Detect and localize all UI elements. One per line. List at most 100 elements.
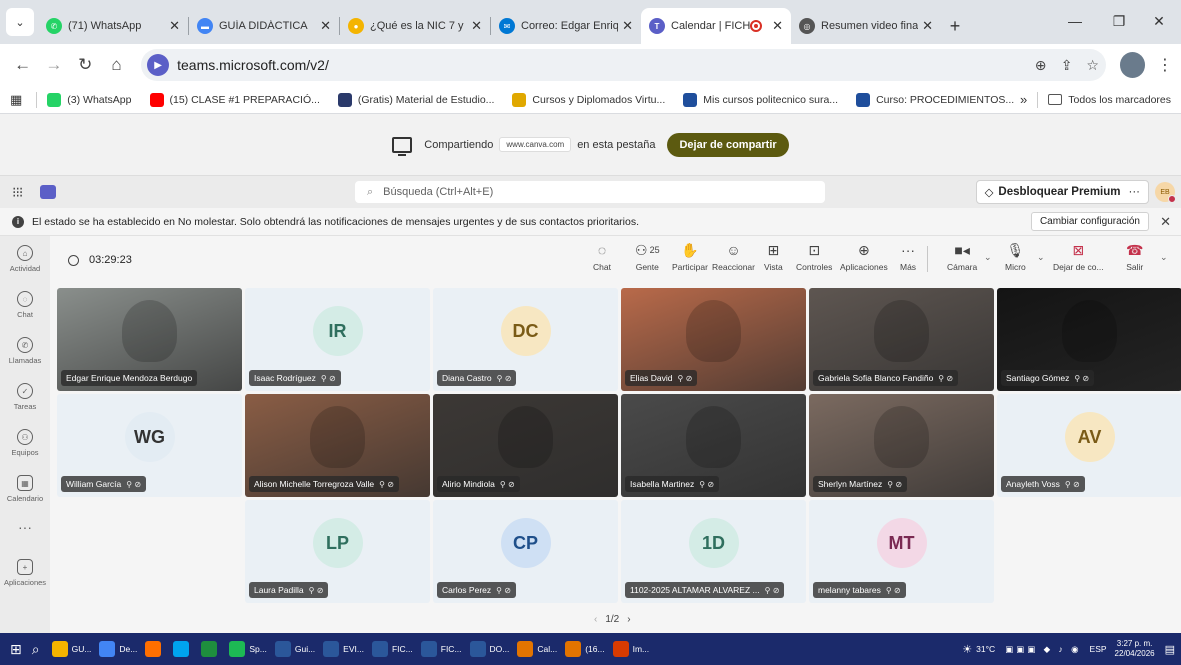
search-taskbar-icon[interactable]: ⌕ <box>32 641 40 658</box>
browser-tab[interactable]: ● ¿Qué es la NIC 7 y cuál ✕ <box>340 8 490 44</box>
browser-menu-icon[interactable]: ⋮ <box>1157 55 1173 75</box>
leave-button[interactable]: ☎ Salir <box>1126 240 1143 273</box>
close-tab-icon[interactable]: ✕ <box>320 18 331 34</box>
taskbar-app[interactable]: Gui... <box>274 641 315 657</box>
stop-sharing-button[interactable]: Dejar de compartir <box>667 132 789 157</box>
install-app-icon[interactable]: ⇪ <box>1054 52 1080 78</box>
site-info-icon[interactable]: ▶ <box>147 54 170 76</box>
close-tab-icon[interactable]: ✕ <box>922 18 933 34</box>
participant-tile[interactable]: AV Anayleth Voss ⚲ ⊘ <box>997 394 1181 497</box>
notifications-icon[interactable]: ▤ <box>1165 643 1175 656</box>
browser-tab[interactable]: ▬ GUÍA DIDÁCTICA ✕ <box>189 8 339 44</box>
participant-tile[interactable]: Sherlyn Martínez ⚲ ⊘ <box>809 394 994 497</box>
taskbar-app[interactable]: De... <box>99 641 137 657</box>
taskbar-app[interactable]: Sp... <box>229 641 267 657</box>
profile-avatar[interactable] <box>1119 52 1145 78</box>
browser-tab[interactable]: T Calendar | FICHA ✕ <box>641 8 791 44</box>
rail-item-activity[interactable]: ⌂ Actividad <box>0 236 50 282</box>
rail-item-calendar[interactable]: ▦ Calendario <box>0 466 50 512</box>
more-button[interactable]: ··· Más <box>900 240 916 272</box>
new-tab-button[interactable]: + <box>941 12 969 40</box>
clock[interactable]: 3:27 p. m. 22/04/2026 <box>1115 639 1155 659</box>
participant-tile[interactable]: Elias David ⚲ ⊘ <box>621 288 806 391</box>
app-launcher-icon[interactable]: ⁝⁝⁝ <box>12 184 23 201</box>
apps-button[interactable]: ⊕ Aplicaciones <box>840 240 888 273</box>
taskbar-app[interactable]: EVI... <box>323 641 364 657</box>
taskbar-app[interactable] <box>173 641 193 657</box>
participant-tile[interactable]: WG William García ⚲ ⊘ <box>57 394 242 497</box>
bookmark-item[interactable]: (3) WhatsApp <box>47 92 132 107</box>
all-bookmarks-link[interactable]: Todos los marcadores <box>1068 94 1171 106</box>
taskbar-app[interactable]: DO... <box>469 641 509 657</box>
browser-tab[interactable]: ✉ Correo: Edgar Enrique✕ <box>491 8 641 44</box>
next-page-icon[interactable]: › <box>627 614 630 625</box>
people-button[interactable]: ⚇ 25 Gente <box>635 240 660 273</box>
close-tab-icon[interactable]: ✕ <box>471 18 482 34</box>
minimize-button[interactable]: — <box>1053 6 1097 36</box>
home-button[interactable]: ⌂ <box>102 50 131 80</box>
change-settings-button[interactable]: Cambiar configuración <box>1030 212 1149 231</box>
rail-item-tasks[interactable]: ✓ Tareas <box>0 374 50 420</box>
rail-item-chat[interactable]: ◌ Chat <box>0 282 50 328</box>
search-input[interactable]: ⌕ Búsqueda (Ctrl+Alt+E) <box>355 181 825 203</box>
taskbar-app[interactable]: (16... <box>565 641 605 657</box>
language-indicator[interactable]: ESP <box>1090 644 1107 654</box>
participant-tile[interactable]: Isabella Martinez ⚲ ⊘ <box>621 394 806 497</box>
participant-tile[interactable]: Alirio Mindiola ⚲ ⊘ <box>433 394 618 497</box>
camera-options-chevron-icon[interactable]: ⌄ <box>984 252 992 263</box>
close-notice-icon[interactable]: ✕ <box>1160 214 1171 230</box>
user-avatar[interactable]: EB <box>1155 182 1176 203</box>
tray-icons[interactable]: ▣▣▣ ◆ ♪ ◉ <box>1005 644 1081 655</box>
leave-options-chevron-icon[interactable]: ⌄ <box>1160 252 1168 263</box>
react-button[interactable]: ☺ Reaccionar <box>712 240 755 272</box>
bookmark-item[interactable]: Cursos y Diplomados Virtu... <box>512 92 665 107</box>
browser-tab[interactable]: ✆ (71) WhatsApp ✕ <box>38 8 188 44</box>
maximize-button[interactable]: ❐ <box>1097 6 1141 36</box>
bookmark-item[interactable]: (Gratis) Material de Estudio... <box>337 92 494 107</box>
taskbar-app[interactable]: Cal... <box>517 641 557 657</box>
taskbar-app[interactable] <box>145 641 165 657</box>
participant-tile[interactable]: Santiago Gómez ⚲ ⊘ <box>997 288 1181 391</box>
controls-button[interactable]: ⊡ Controles <box>796 240 832 273</box>
apps-grid-icon[interactable]: ▦ <box>10 92 22 108</box>
camera-button[interactable]: ■◂ Cámara <box>947 240 977 273</box>
reload-button[interactable]: ↻ <box>71 50 100 80</box>
browser-tab[interactable]: ◎ Resumen video finanz✕ <box>791 8 941 44</box>
bookmark-item[interactable]: Mis cursos politecnico sura... <box>683 92 838 107</box>
back-button[interactable]: ← <box>8 50 37 80</box>
stop-sharing-toolbar-button[interactable]: ⊠ Dejar de co... <box>1053 240 1104 273</box>
zoom-icon[interactable]: ⊕ <box>1028 52 1054 78</box>
participant-tile[interactable]: CP Carlos Perez ⚲ ⊘ <box>433 500 618 603</box>
close-window-button[interactable]: ✕ <box>1137 6 1181 36</box>
close-tab-icon[interactable]: ✕ <box>169 18 180 34</box>
bookmarks-overflow-button[interactable]: » <box>1020 92 1027 107</box>
more-apps-icon[interactable]: ··· <box>0 512 50 542</box>
taskbar-app[interactable]: Im... <box>612 641 649 657</box>
more-icon[interactable]: ··· <box>1129 186 1141 198</box>
raise-hand-button[interactable]: ✋ Participar <box>672 240 708 273</box>
rail-item-calls[interactable]: ✆ Llamadas <box>0 328 50 374</box>
address-bar[interactable]: ▶ teams.microsoft.com/v2/ ⊕ ⇪ ☆ <box>141 49 1106 81</box>
participant-tile[interactable]: 1D 1102-2025 ALTAMAR ALVAREZ ... ⚲ ⊘ <box>621 500 806 603</box>
participant-tile[interactable]: Alison Michelle Torregroza Valle ⚲ ⊘ <box>245 394 430 497</box>
participant-tile[interactable]: Gabriela Sofia Blanco Fandiño ⚲ ⊘ <box>809 288 994 391</box>
participant-tile[interactable]: DC Diana Castro ⚲ ⊘ <box>433 288 618 391</box>
participant-tile[interactable]: LP Laura Padilla ⚲ ⊘ <box>245 500 430 603</box>
taskbar-app[interactable]: GU... <box>51 641 91 657</box>
chat-button[interactable]: ◌ Chat <box>593 240 611 272</box>
participant-tile[interactable]: IR Isaac Rodríguez ⚲ ⊘ <box>245 288 430 391</box>
windows-start-icon[interactable]: ⊞ <box>10 641 22 658</box>
taskbar-app[interactable]: FIC... <box>420 641 462 657</box>
bookmark-item[interactable]: (15) CLASE #1 PREPARACIÓ... <box>149 92 320 107</box>
taskbar-app[interactable] <box>201 641 221 657</box>
participant-tile[interactable]: MT melanny tabares ⚲ ⊘ <box>809 500 994 603</box>
participant-tile[interactable]: Edgar Enrique Mendoza Berdugo <box>57 288 242 391</box>
bookmark-item[interactable]: Curso: PROCEDIMIENTOS... <box>856 92 1014 107</box>
rail-item-teams[interactable]: ⚇ Equipos <box>0 420 50 466</box>
close-tab-icon[interactable]: ✕ <box>772 18 783 34</box>
tab-search-button[interactable]: ⌄ <box>6 8 34 36</box>
view-button[interactable]: ⊞ Vista <box>764 240 783 273</box>
prev-page-icon[interactable]: ‹ <box>594 614 597 625</box>
close-tab-icon[interactable]: ✕ <box>622 18 633 34</box>
forward-button[interactable]: → <box>39 50 68 80</box>
